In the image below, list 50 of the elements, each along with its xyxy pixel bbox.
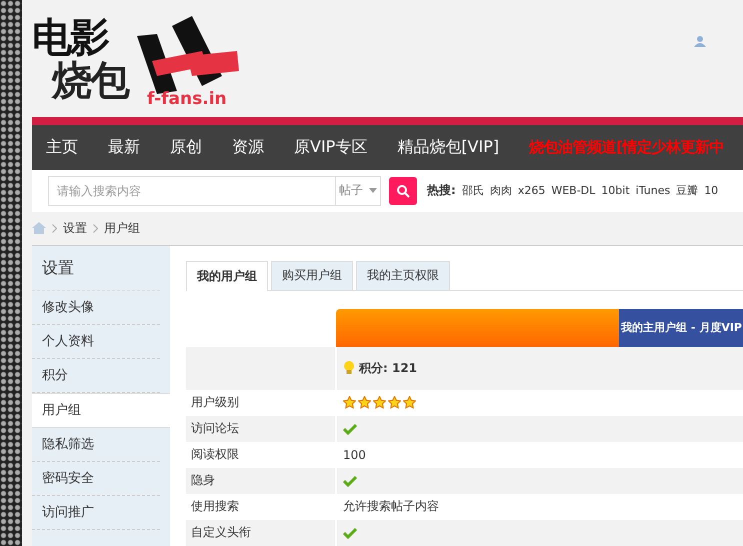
sidebar-item[interactable]: 修改头像	[32, 290, 160, 325]
tab[interactable]: 购买用户组	[271, 260, 353, 290]
search-button[interactable]	[389, 176, 417, 205]
table-cell: 自定义头衔	[186, 520, 335, 546]
check-icon	[343, 474, 357, 487]
nav-link[interactable]: 主页	[46, 136, 78, 158]
hot-search-link[interactable]: x265	[518, 184, 546, 198]
hot-search-link[interactable]: iTunes	[636, 184, 670, 198]
nav-link[interactable]: 资源	[232, 136, 264, 158]
sidebar-item[interactable]: 用户组	[32, 392, 170, 428]
hot-search-link[interactable]: 邵氏	[462, 183, 484, 198]
chevron-icon	[93, 224, 98, 233]
sidebar-item[interactable]: 访问推广	[32, 496, 160, 530]
lightbulb-icon	[343, 361, 355, 376]
nav-link[interactable]: 最新	[108, 136, 140, 158]
star-icon	[343, 396, 356, 410]
sidebar-item[interactable]: 隐私筛选	[32, 428, 160, 462]
hot-search-link[interactable]: 肉肉	[490, 183, 512, 198]
search-icon	[396, 184, 410, 198]
caret-icon	[369, 188, 377, 194]
scope-dropdown[interactable]: 帖子	[335, 176, 380, 205]
nav-link[interactable]: 原创	[170, 136, 202, 158]
hot-search-label: 热搜:	[427, 182, 456, 200]
site-logo[interactable]: 电影 烧包 f-fans.in	[32, 16, 242, 111]
star-icon	[373, 396, 386, 410]
nav-link[interactable]: 精品烧包[VIP]	[397, 136, 500, 158]
tab[interactable]: 我的用户组	[186, 260, 268, 291]
points-cell: 积分: 121	[335, 346, 743, 390]
hot-search-link[interactable]: 10	[704, 184, 718, 198]
check-icon	[343, 422, 357, 435]
table-cell: 隐身	[186, 468, 335, 494]
star-icon	[358, 396, 371, 410]
search-field[interactable]: 请输入搜索内容 帖子	[48, 176, 381, 206]
hot-search-link[interactable]: 豆瓣	[676, 183, 698, 198]
hot-search-link[interactable]: WEB-DL	[551, 184, 596, 198]
check-icon	[343, 526, 357, 539]
group-header-label: 我的主用户组 - 月度VIP	[619, 308, 743, 347]
table-cell: 访问论坛	[186, 416, 335, 442]
sidebar-item[interactable]: 密码安全	[32, 462, 160, 496]
sidebar-title: 设置	[32, 246, 160, 291]
star-icon	[403, 396, 416, 410]
user-icon	[694, 34, 706, 47]
chevron-icon	[52, 224, 57, 233]
star-icon	[388, 396, 401, 410]
breadcrumb-link[interactable]: 设置	[63, 220, 87, 237]
sidebar-item[interactable]: 个人资料	[32, 324, 160, 359]
breadcrumb-link[interactable]: 用户组	[104, 220, 140, 237]
hot-search-link[interactable]: 10bit	[601, 184, 630, 198]
tab[interactable]: 我的主页权限	[356, 260, 450, 290]
nav-link[interactable]: 原VIP专区	[294, 136, 368, 158]
